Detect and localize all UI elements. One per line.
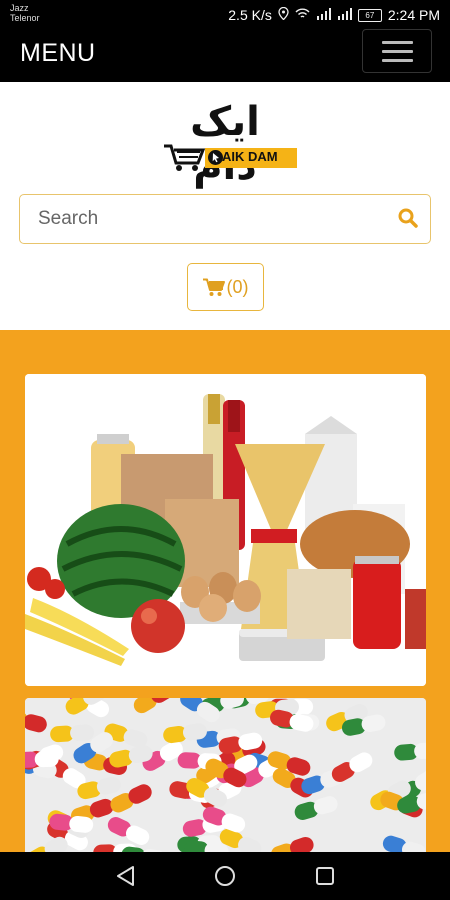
menu-label[interactable]: MENU [20, 39, 96, 68]
search-icon[interactable] [398, 208, 418, 228]
search-bar [19, 194, 431, 244]
location-icon [278, 6, 289, 23]
pills-image [25, 698, 426, 852]
recents-icon[interactable] [312, 864, 338, 888]
status-bar: Jazz Telenor 2.5 K/s 67 2:24 PM [0, 0, 450, 30]
medicine-category-card[interactable] [25, 698, 426, 852]
grocery-image [25, 374, 426, 686]
battery-icon: 67 [357, 8, 382, 22]
carrier-1: Jazz [10, 3, 29, 13]
hamburger-menu-button[interactable] [362, 29, 432, 73]
logo-cart-icon [164, 144, 206, 171]
wifi-icon [295, 8, 310, 23]
network-speed: 2.5 K/s [228, 7, 272, 23]
capsule-pill [25, 750, 59, 768]
home-icon[interactable] [212, 864, 238, 888]
carrier-2: Telenor [10, 13, 40, 23]
hamburger-icon [382, 50, 413, 53]
grocery-category-card[interactable] [25, 374, 426, 686]
hamburger-icon [382, 41, 413, 44]
signal-icon [316, 7, 331, 23]
status-indicators: 2.5 K/s 67 2:24 PM [228, 6, 440, 23]
logo-english-text: AIK DAM [222, 149, 278, 164]
back-icon[interactable] [113, 864, 139, 888]
cart-icon [202, 278, 225, 296]
category-list [0, 330, 450, 852]
page-header: ایک دام AIK DAM (0) [0, 82, 450, 330]
top-navbar: MENU [0, 29, 450, 82]
signal-icon [337, 7, 352, 23]
cart-count: (0) [226, 276, 249, 297]
clock: 2:24 PM [387, 7, 440, 23]
search-input[interactable] [20, 195, 400, 243]
carrier-names: Jazz Telenor [10, 3, 40, 23]
logo-cursor-icon [208, 150, 223, 165]
aik-dam-logo[interactable]: ایک دام AIK DAM [153, 100, 298, 188]
hamburger-icon [382, 59, 413, 62]
cart-button[interactable]: (0) [187, 263, 264, 311]
android-navigation-bar [0, 852, 450, 900]
